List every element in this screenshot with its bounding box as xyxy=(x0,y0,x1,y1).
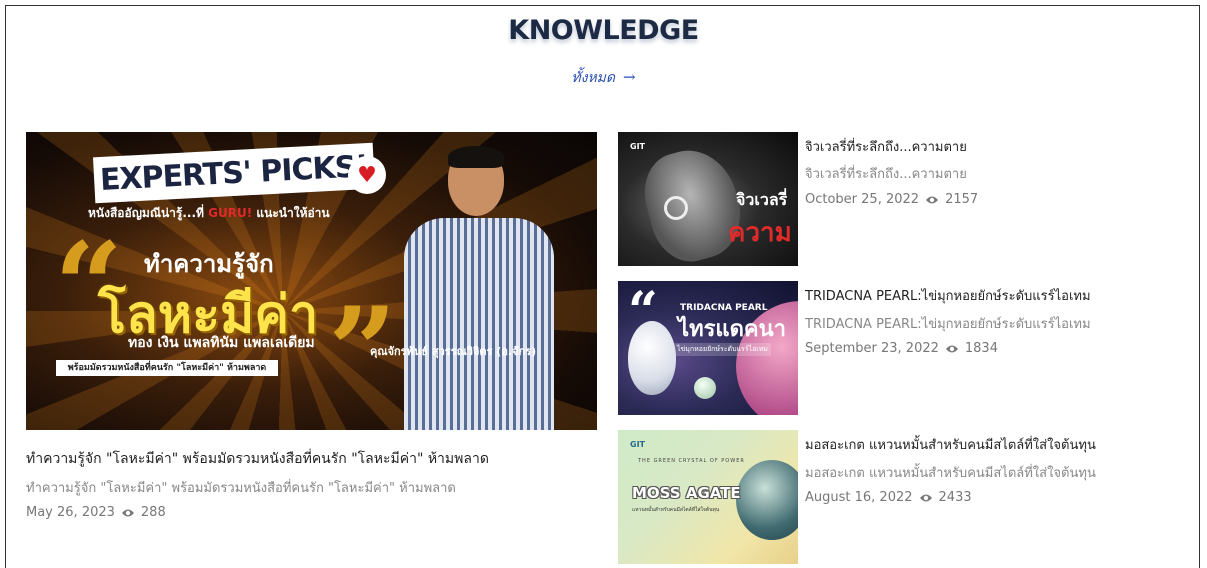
featured-subtitle: ทำความรู้จัก "โลหะมีค่า" พร้อมมัดรวมหนัง… xyxy=(26,481,456,496)
section-heading: KNOWLEDGE xyxy=(508,15,699,46)
image-big-text: MOSS AGATE xyxy=(632,484,741,502)
arrow-right-icon: → xyxy=(623,68,636,86)
article-thumbnail[interactable]: GIT THE GREEN CRYSTAL OF POWER MOSS AGAT… xyxy=(618,430,798,564)
view-all-link[interactable]: ทั้งหมด → xyxy=(0,67,1207,89)
article-thumbnail[interactable]: GIT จิวเวลรี่ ความ xyxy=(618,132,798,266)
article-views: 2157 xyxy=(945,192,979,207)
article-subtitle: จิวเวลรี่ที่ระลึกถึง...ความตาย xyxy=(805,167,967,182)
presenter-figure xyxy=(404,146,554,430)
featured-date: May 26, 2023 xyxy=(26,505,115,520)
article-thumbnail[interactable]: “ TRIDACNA PEARL ไทรแดคนา ไข่มุกหอยยักษ์… xyxy=(618,281,798,415)
image-small-text: แหวนหมั้นสำหรับคนมีสไตล์ที่ใส่ใจต้นทุน xyxy=(632,507,720,513)
image-line-2: ความ xyxy=(728,218,792,248)
article-meta: October 25, 2022 2157 xyxy=(805,192,978,207)
featured-views: 288 xyxy=(140,505,166,520)
presenter-name: คุณจักรพันธ์ สุวรรณวิจิตร (อ.จักร) xyxy=(370,345,537,358)
git-logo: GIT xyxy=(630,142,645,151)
view-all-label: ทั้งหมด xyxy=(571,70,616,86)
article-meta: August 16, 2022 2433 xyxy=(805,490,972,505)
article-date: October 25, 2022 xyxy=(805,192,920,207)
ring-image xyxy=(664,196,688,220)
eye-icon xyxy=(945,345,958,352)
featured-meta: May 26, 2023 288 xyxy=(26,505,166,520)
article-subtitle: มอสอะเกต แหวนหมั้นสำหรับคนมีสไตล์ที่ใส่ใ… xyxy=(805,466,1096,481)
eye-icon xyxy=(121,509,134,516)
image-tag-text: ไข่มุกหอยยักษ์ระดับแรร์ไอเทม xyxy=(674,343,771,356)
article-views: 2433 xyxy=(938,490,972,505)
article-meta: September 23, 2022 1834 xyxy=(805,341,998,356)
article-date: September 23, 2022 xyxy=(805,341,939,356)
article-title[interactable]: มอสอะเกต แหวนหมั้นสำหรับคนมีสไตล์ที่ใส่ใ… xyxy=(805,434,1096,455)
pearl-image xyxy=(628,321,676,395)
image-tagline: THE GREEN CRYSTAL OF POWER xyxy=(638,458,745,464)
git-logo: GIT xyxy=(630,440,645,449)
pearl-small-image xyxy=(694,377,716,399)
featured-thumbnail[interactable]: “ ” EXPERTS' PICKS! ♥ หนังสืออัญมณีน่ารู… xyxy=(26,132,597,430)
eye-icon xyxy=(919,494,932,501)
article-subtitle: TRIDACNA PEARL:ไข่มุกหอยยักษ์ระดับแรร์ไอ… xyxy=(805,317,1091,332)
image-line-3: ทอง เงิน แพลทินัม แพลเลเดียม xyxy=(128,335,315,351)
article-title[interactable]: TRIDACNA PEARL:ไข่มุกหอยยักษ์ระดับแรร์ไอ… xyxy=(805,285,1091,306)
gem-image xyxy=(736,460,798,540)
image-pill: พร้อมมัดรวมหนังสือที่คนรัก "โลหะมีค่า" ห… xyxy=(56,360,278,376)
image-line-1: จิวเวลรี่ xyxy=(736,190,788,209)
article-views: 1834 xyxy=(964,341,998,356)
eye-icon xyxy=(926,196,939,203)
heart-icon: ♥ xyxy=(348,156,386,194)
banner-subline: หนังสืออัญมณีน่ารู้...ที่ GURU! แนะนำให้… xyxy=(88,206,330,220)
image-big-text: ไทรแดคนา xyxy=(678,317,786,342)
article-date: August 16, 2022 xyxy=(805,490,913,505)
featured-title[interactable]: ทำความรู้จัก "โลหะมีค่า" พร้อมมัดรวมหนัง… xyxy=(26,448,489,470)
article-title[interactable]: จิวเวลรี่ที่ระลึกถึง...ความตาย xyxy=(805,136,967,157)
